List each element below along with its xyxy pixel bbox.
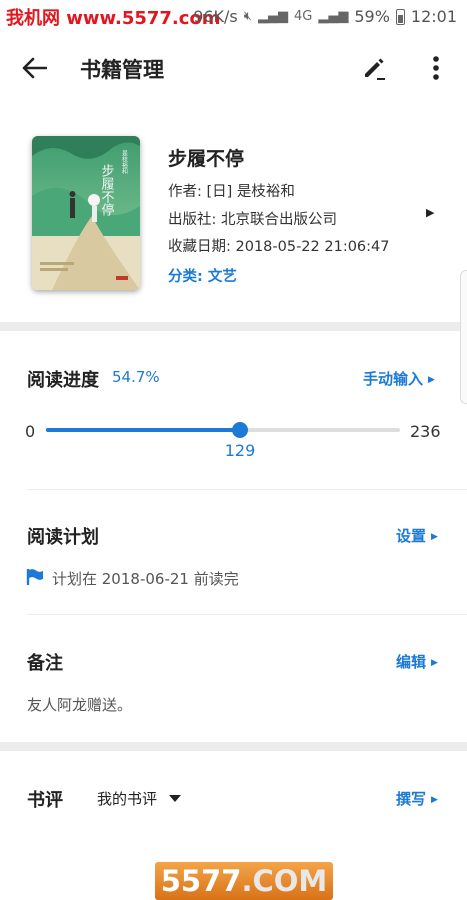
- write-review-label: 撰写: [396, 790, 427, 808]
- progress-slider-fill: [46, 428, 240, 432]
- progress-slider-thumb[interactable]: [232, 422, 248, 438]
- progress-percent: 54.7%: [112, 368, 160, 386]
- back-button[interactable]: [16, 50, 52, 86]
- edit-notes-label: 编辑: [396, 653, 427, 671]
- caret-down-icon: [169, 795, 182, 802]
- manual-input-button[interactable]: 手动输入 ▶: [363, 368, 435, 389]
- progress-slider[interactable]: [46, 422, 400, 438]
- mute-icon: 🔇︎: [243, 9, 252, 24]
- review-title: 书评: [27, 790, 63, 811]
- slider-max-label: 236: [410, 422, 441, 441]
- review-filter-dropdown[interactable]: 我的书评: [97, 788, 182, 809]
- watermark-bottom-prefix: 5577: [160, 864, 242, 898]
- book-saved-date: 收藏日期: 2018-05-22 21:06:47: [168, 239, 390, 255]
- slider-min-label: 0: [25, 422, 36, 441]
- notes-title: 备注: [27, 653, 63, 674]
- plan-settings-label: 设置: [396, 527, 427, 545]
- battery-icon: [395, 8, 405, 25]
- watermark-bottom: 5577 .COM: [155, 862, 333, 900]
- divider: [27, 489, 467, 490]
- signal-icon: ▂▄▆: [257, 9, 288, 24]
- page-title: 书籍管理: [80, 58, 164, 82]
- edit-notes-button[interactable]: 编辑 ▶: [396, 651, 438, 672]
- book-author: 作者: [日] 是枝裕和: [168, 184, 295, 200]
- reading-plan-title: 阅读计划: [27, 527, 99, 548]
- more-options-button[interactable]: [418, 50, 454, 86]
- signal-icon-2: ▂▄▆: [318, 9, 349, 24]
- triangle-right-icon: ▶: [428, 375, 435, 385]
- slider-current-value: 129: [224, 441, 256, 460]
- reading-progress-title: 阅读进度: [27, 370, 99, 391]
- edge-panel-handle[interactable]: [460, 270, 467, 404]
- divider: [27, 614, 467, 615]
- section-separator: [0, 742, 467, 751]
- note-content: 友人阿龙赠送。: [27, 696, 133, 714]
- status-indicators: 96K/s 🔇︎ ▂▄▆ 4G ▂▄▆ 59% 12:01: [193, 7, 457, 26]
- cover-title-text: 步履不停: [99, 164, 115, 216]
- network-speed: 96K/s: [193, 7, 238, 26]
- triangle-right-icon: ▶: [431, 532, 438, 542]
- more-vertical-icon: [433, 56, 439, 80]
- manual-input-label: 手动输入: [363, 370, 424, 388]
- plan-settings-button[interactable]: 设置 ▶: [396, 525, 438, 546]
- flag-icon: [26, 569, 43, 585]
- app-bar: 书籍管理: [0, 34, 467, 100]
- book-publisher: 出版社: 北京联合出版公司: [168, 212, 337, 228]
- triangle-right-icon: ▶: [431, 658, 438, 668]
- cover-author-text: 是枝裕和: [121, 150, 128, 175]
- watermark-top: 我机网 www.5577.com: [6, 8, 221, 29]
- status-bar: 我机网 www.5577.com 96K/s 🔇︎ ▂▄▆ 4G ▂▄▆ 59%…: [0, 0, 467, 34]
- book-info-card[interactable]: 步履不停 是枝裕和 步履不停 作者: [日] 是枝裕和 出版社: 北京联合出版公…: [0, 100, 467, 322]
- pencil-icon: [365, 58, 385, 80]
- edit-button[interactable]: [356, 50, 392, 86]
- triangle-right-icon: ▶: [431, 795, 438, 805]
- book-category[interactable]: 分类: 文艺: [168, 265, 237, 286]
- clock: 12:01: [410, 7, 457, 26]
- book-cover-image: 步履不停 是枝裕和: [32, 136, 140, 290]
- write-review-button[interactable]: 撰写 ▶: [396, 788, 438, 809]
- watermark-bottom-suffix: .COM: [241, 864, 328, 898]
- battery-percent: 59%: [354, 7, 390, 26]
- section-separator: [0, 322, 467, 331]
- arrow-left-icon: [22, 57, 47, 79]
- review-filter-value: 我的书评: [97, 790, 158, 808]
- book-title: 步履不停: [168, 148, 245, 170]
- plan-description: 计划在 2018-06-21 前读完: [52, 570, 239, 588]
- chevron-right-icon: ▶: [426, 206, 435, 219]
- network-type: 4G: [293, 9, 313, 24]
